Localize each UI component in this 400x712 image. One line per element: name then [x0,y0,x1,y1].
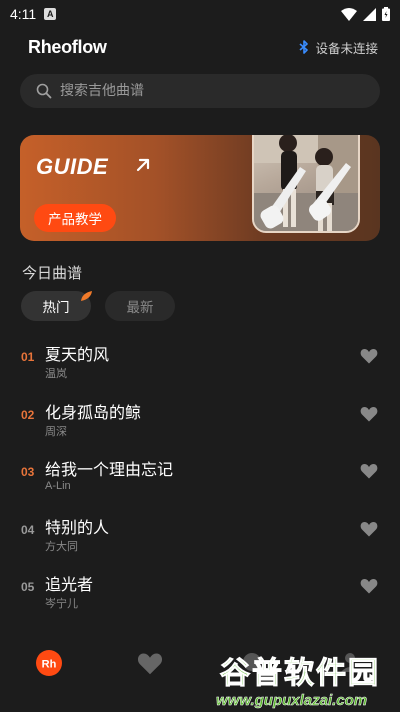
song-row[interactable]: 02 化身孤岛的鲸 周深 [0,392,400,450]
song-rank: 03 [21,465,35,479]
search-icon [36,83,52,99]
status-time: 4:11 [10,6,37,22]
banner-title: GUIDE [36,154,109,179]
bluetooth-icon [299,40,309,54]
watermark-url: www.gupuxlazai.com [216,692,368,710]
song-row[interactable]: 05 追光者 岑宁儿 [0,564,400,622]
song-row[interactable]: 01 夏天的风 温岚 [0,334,400,392]
search-bar[interactable] [20,74,380,108]
tab-hot[interactable]: 热门 [21,291,92,321]
tab-hot-label: 热门 [42,300,70,316]
nav-favorites[interactable] [137,652,163,679]
song-row[interactable]: 03 给我一个理由忘记 A-Lin [0,449,400,507]
guide-banner[interactable]: GUIDE 产品教学 [20,135,380,241]
app-logo: Rheoflow [28,36,107,57]
song-artist: 方大同 [45,540,78,553]
notification-icon: A [44,8,57,20]
song-row[interactable]: 04 特别的人 方大同 [0,507,400,565]
signal-icon [363,7,376,21]
status-icons [341,7,390,21]
watermark-title: 谷普软件园 [220,656,380,692]
song-list: 01 夏天的风 温岚 02 化身孤岛的鲸 周深 03 给我一个理由忘记 A-Li… [0,334,400,622]
song-rank: 02 [21,407,35,422]
song-artist: 周深 [45,425,67,438]
section-title: 今日曲谱 [22,264,83,282]
flame-badge-icon [81,291,92,301]
song-rank: 01 [21,350,35,364]
heart-nav-icon [137,653,163,675]
tab-bar: 热门 最新 [21,291,175,321]
home-logo-text: Rh [42,659,57,671]
song-title: 给我一个理由忘记 [45,460,174,479]
song-title: 化身孤岛的鲸 [45,402,142,422]
search-input[interactable] [60,83,340,99]
battery-icon [382,7,390,21]
banner-photo [252,135,360,233]
watermark: 谷普软件园 www.gupuxlazai.com [216,648,400,712]
tutorial-button[interactable]: 产品教学 [34,204,116,232]
song-rank: 04 [21,522,35,537]
nav-home[interactable]: Rh [36,650,62,680]
song-title: 夏天的风 [45,345,110,364]
song-rank: 05 [21,580,35,594]
bluetooth-status-label: 设备未连接 [315,40,378,56]
heart-icon[interactable] [360,406,378,422]
arrow-up-right-icon [136,158,150,172]
song-artist: 温岚 [45,368,67,380]
song-title: 追光者 [45,575,94,594]
heart-icon[interactable] [360,463,378,479]
song-artist: A-Lin [45,480,71,492]
status-bar: 4:11 A [0,0,400,28]
guitar-players-image [254,135,358,231]
tab-latest[interactable]: 最新 [105,291,175,321]
song-title: 特别的人 [45,517,110,537]
heart-icon[interactable] [360,348,378,364]
home-logo-icon: Rh [36,650,62,676]
heart-icon[interactable] [360,578,378,594]
heart-icon[interactable] [360,521,378,537]
song-artist: 岑宁儿 [45,598,78,610]
app-header: Rheoflow 设备未连接 [28,36,378,58]
wifi-icon [341,7,357,21]
tab-latest-label: 最新 [126,300,154,316]
bluetooth-status[interactable]: 设备未连接 [299,38,378,57]
